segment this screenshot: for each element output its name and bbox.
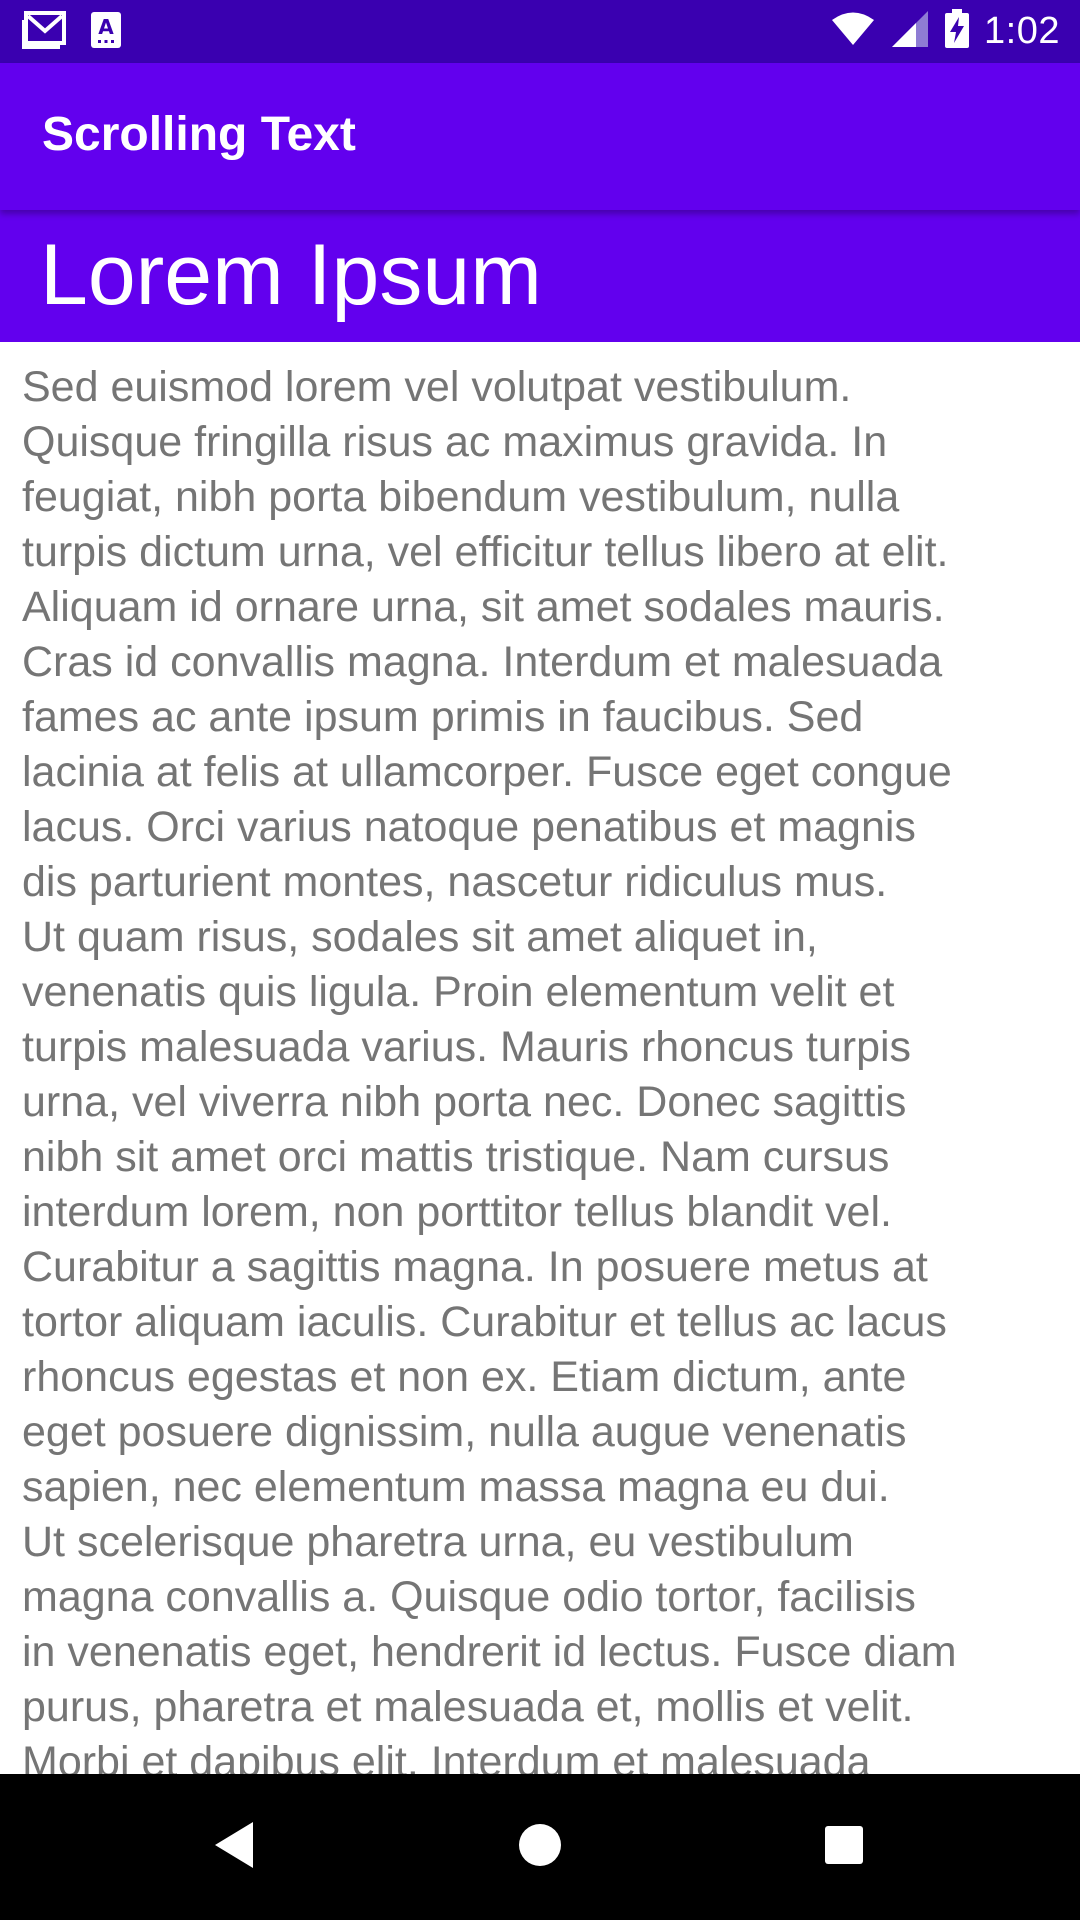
gmail-icon [22,10,68,55]
app-bar: Scrolling Text [0,63,1080,210]
recents-icon [824,1825,864,1870]
status-left-icons: A [22,10,122,55]
status-bar: A 1:02 [0,0,1080,63]
scroll-view[interactable]: Sed euismod lorem vel volutpat vestibulu… [0,342,1080,1774]
article-heading-band: Lorem Ipsum [0,210,1080,342]
battery-charging-icon [944,9,970,54]
svg-text:A: A [98,15,114,39]
recents-button[interactable] [784,1774,904,1920]
status-right-icons: 1:02 [830,0,1060,63]
status-time: 1:02 [984,10,1060,52]
font-app-icon: A [90,11,122,54]
home-button[interactable] [480,1774,600,1920]
navigation-bar [0,1774,1080,1920]
back-button[interactable] [175,1774,295,1920]
wifi-icon [830,11,876,52]
back-icon [213,1820,257,1875]
home-icon [518,1823,562,1872]
app-title: Scrolling Text [42,108,356,161]
article-heading: Lorem Ipsum [40,227,542,323]
cell-signal-icon [890,10,930,53]
article-body: Sed euismod lorem vel volutpat vestibulu… [22,363,957,1774]
